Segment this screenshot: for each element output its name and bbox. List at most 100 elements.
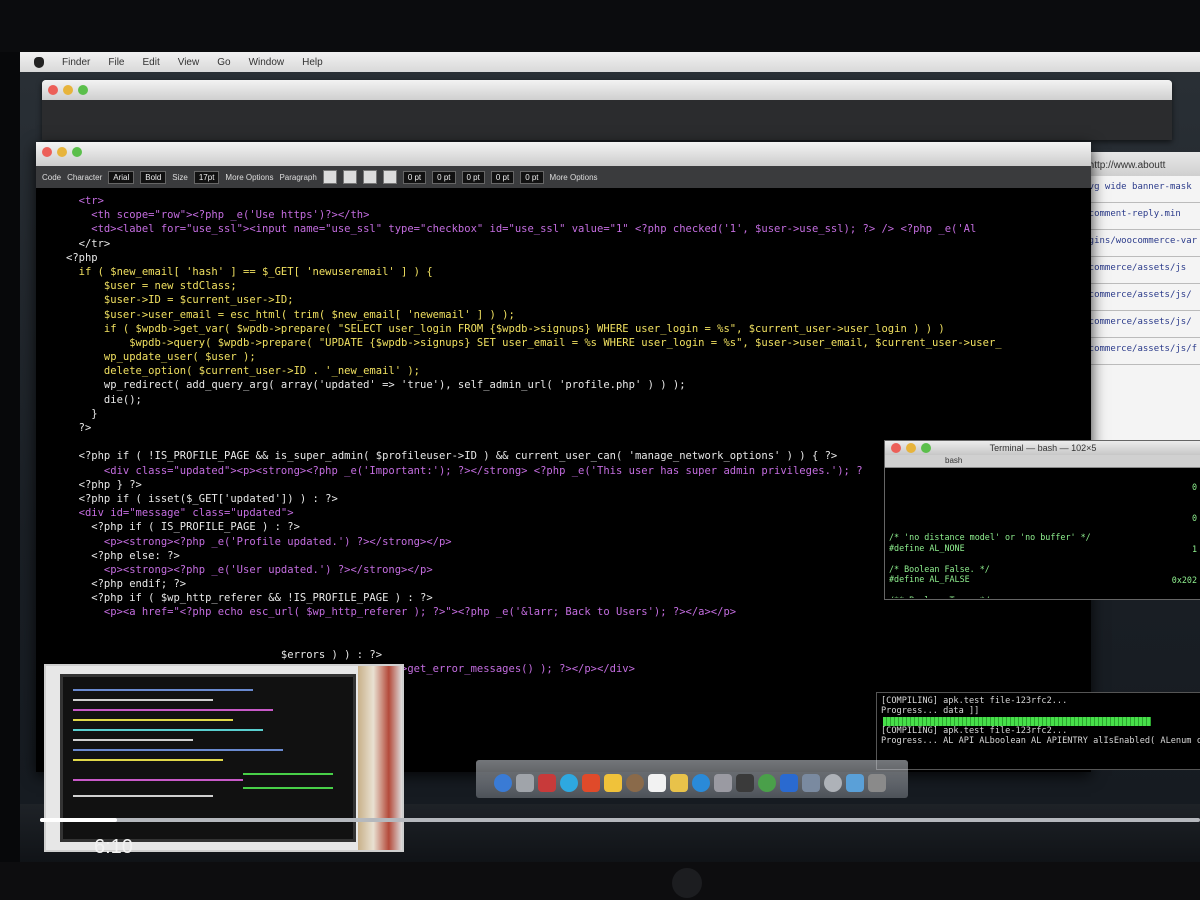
spacing-field[interactable]: 0 pt [402,170,427,184]
dock-app-icon[interactable] [582,774,600,792]
menu-window[interactable]: Window [249,57,285,68]
more-options-button[interactable]: More Options [225,173,273,182]
compile-progress-fill [883,717,1151,726]
zoom-icon[interactable] [921,443,931,453]
monitor-bezel-top [0,0,1200,52]
video-scrub-played[interactable] [40,818,117,822]
close-icon[interactable] [48,85,58,95]
window-titlebar[interactable] [36,142,1091,166]
menu-view[interactable]: View [178,57,200,68]
code-line: $wpdb->query( $wpdb->prepare( "UPDATE {$… [66,336,1002,349]
dock-app-icon[interactable] [604,774,622,792]
justify-icon[interactable] [382,170,397,184]
terminal-line: /* 'no distance model' or 'no buffer' */ [889,532,1091,543]
terminal-value: 0x202 [1171,575,1197,585]
zoom-icon[interactable] [78,85,88,95]
compile-panel[interactable]: [COMPILING] apk.test file-123rfc2... Pro… [876,692,1200,770]
menu-edit[interactable]: Edit [142,57,159,68]
menu-help[interactable]: Help [302,57,323,68]
align-left-icon[interactable] [322,170,337,184]
dock-app-icon[interactable] [780,774,798,792]
monitor-screen: Finder File Edit View Go Window Help ols… [20,52,1200,862]
apple-menu-icon[interactable] [34,56,44,68]
code-label[interactable]: Code [42,173,61,182]
thumbnail-bookshelf [358,666,402,850]
tab-bash[interactable]: bash [885,455,1200,468]
dock-app-icon[interactable] [692,774,710,792]
dock-app-icon[interactable] [648,774,666,792]
dock-app-icon[interactable] [560,774,578,792]
zoom-icon[interactable] [72,147,82,157]
character-label: Character [67,172,103,182]
dock-app-icon[interactable] [824,774,842,792]
code-line: <th scope="row"><?php _e('Use https')?><… [66,209,370,222]
size-select[interactable]: 17pt [193,170,220,184]
spacing-field[interactable]: 0 pt [490,170,515,184]
terminal-line: #define AL_FALSE [889,574,970,584]
minimize-icon[interactable] [57,147,67,157]
close-icon[interactable] [891,443,901,453]
code-line: wp_update_user( $user ); [66,351,256,364]
dock [476,760,908,798]
spacing-field[interactable]: 0 pt [520,170,544,184]
dock-app-icon[interactable] [868,774,886,792]
code-line: delete_option( $current_user->ID . '_new… [66,365,421,378]
align-center-icon[interactable] [342,170,357,184]
spacing-field[interactable]: 0 pt [461,170,485,184]
terminal-line: /** Boolean True. */ [889,595,1197,598]
video-thumbnail[interactable] [44,664,404,852]
terminal-line: /* Boolean False. */ [889,563,990,574]
code-line: $user->user_email = esc_html( trim( $new… [66,308,515,321]
spacing-field[interactable]: 0 pt [432,170,456,184]
terminal-window[interactable]: Terminal — bash — 102×5 bash 0 0 1 0x202… [884,440,1200,600]
properties-toolbar: Code Character Arial Bold Size 17pt More… [36,166,1091,188]
code-line: $errors ) ) : ?> [66,649,383,661]
more-options-button[interactable]: More Options [550,173,598,182]
paragraph-label: Paragraph [279,172,317,182]
terminal-line: #define AL_NONE [889,542,965,553]
menu-file[interactable]: File [108,57,124,68]
code-line: } [66,407,98,420]
size-label: Size [172,172,188,182]
apple-logo-icon [672,868,702,898]
dock-app-icon[interactable] [670,774,688,792]
code-line: ?> [66,422,92,434]
compile-line: Progress... AL API ALboolean AL APIENTRY… [881,736,1200,746]
align-right-icon[interactable] [362,170,377,184]
dock-app-icon[interactable] [846,774,864,792]
terminal-value: 0 [1191,513,1197,523]
close-icon[interactable] [42,147,52,157]
dock-app-icon[interactable] [714,774,732,792]
terminal-titlebar[interactable]: Terminal — bash — 102×5 [885,441,1200,455]
minimize-icon[interactable] [63,85,73,95]
compile-line: Progress... data ]] [881,706,980,716]
menu-finder[interactable]: Finder [62,57,90,68]
font-select[interactable]: Arial [108,170,135,184]
dock-app-icon[interactable] [758,774,776,792]
window-titlebar[interactable] [42,80,1172,100]
menu-bar: Finder File Edit View Go Window Help [20,52,1200,72]
compile-line: [COMPILING] apk.test file-123rfc2... [881,696,1068,706]
monitor-bezel-bottom [0,862,1200,900]
dock-app-icon[interactable] [626,774,644,792]
code-line: $user->ID = $current_user->ID; [66,294,294,307]
code-line: </tr> [66,237,111,250]
minimize-icon[interactable] [906,443,916,453]
code-line: <p><a href="<?php echo esc_url( $wp_http… [66,606,737,619]
terminal-output[interactable]: 0 0 1 0x202 /* 'no distance model' or 'n… [885,468,1200,598]
weight-select[interactable]: Bold [140,170,167,184]
dock-app-icon[interactable] [802,774,820,792]
terminal-value: 0 [1191,482,1197,492]
background-editor-window[interactable] [42,80,1172,140]
dock-app-icon[interactable] [538,774,556,792]
video-scrub-bar[interactable] [40,818,1200,822]
dock-app-icon[interactable] [516,774,534,792]
menu-go[interactable]: Go [217,57,230,68]
dock-app-icon[interactable] [736,774,754,792]
code-line: <?php [66,251,98,264]
dock-app-icon[interactable] [494,774,512,792]
